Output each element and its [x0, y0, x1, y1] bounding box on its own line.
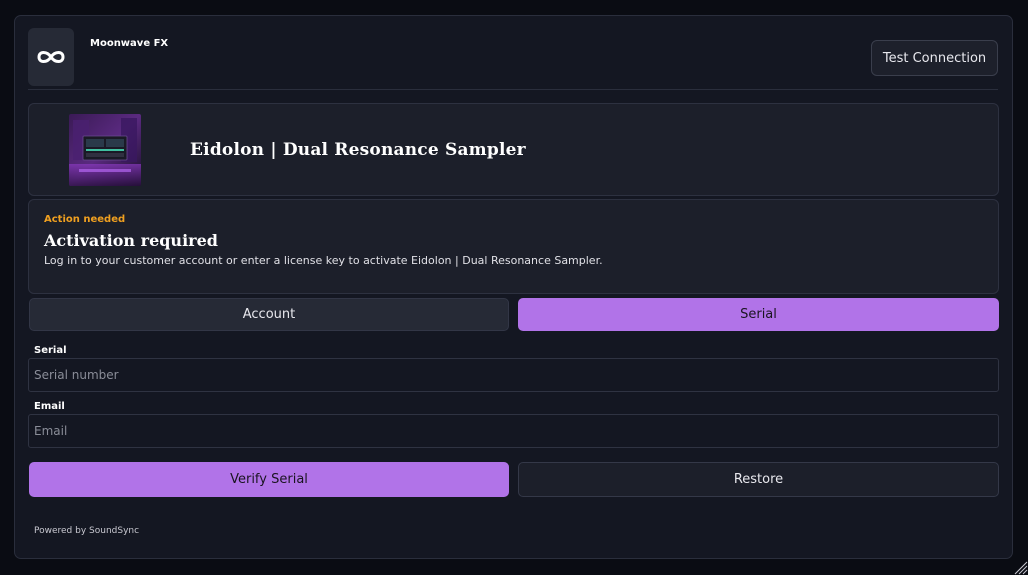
test-connection-button[interactable]: Test Connection	[871, 40, 998, 76]
powered-by: Powered by SoundSync	[34, 526, 140, 536]
brand-logo	[28, 28, 74, 86]
header-divider	[28, 89, 998, 90]
product-card: Eidolon | Dual Resonance Sampler	[28, 103, 999, 196]
brand-name: Moonwave FX	[90, 38, 169, 49]
resize-grip-icon[interactable]	[1012, 559, 1028, 575]
activation-window: Moonwave FX Test Connection Eidolon | Du…	[14, 15, 1013, 559]
notice-description: Log in to your customer account or enter…	[44, 254, 603, 267]
serial-label: Serial	[34, 345, 67, 356]
tab-serial[interactable]: Serial	[518, 298, 999, 331]
product-title: Eidolon | Dual Resonance Sampler	[190, 140, 526, 160]
product-artwork	[69, 114, 141, 186]
notice-tag: Action needed	[44, 214, 126, 225]
email-input[interactable]	[28, 414, 999, 448]
serial-input[interactable]	[28, 358, 999, 392]
tab-account[interactable]: Account	[29, 298, 509, 331]
email-label: Email	[34, 401, 65, 412]
product-thumbnail	[69, 114, 141, 186]
infinity-icon	[37, 51, 65, 63]
activation-notice: Action needed Activation required Log in…	[28, 199, 999, 294]
restore-button[interactable]: Restore	[518, 462, 999, 497]
verify-serial-button[interactable]: Verify Serial	[29, 462, 509, 497]
notice-title: Activation required	[44, 231, 218, 250]
